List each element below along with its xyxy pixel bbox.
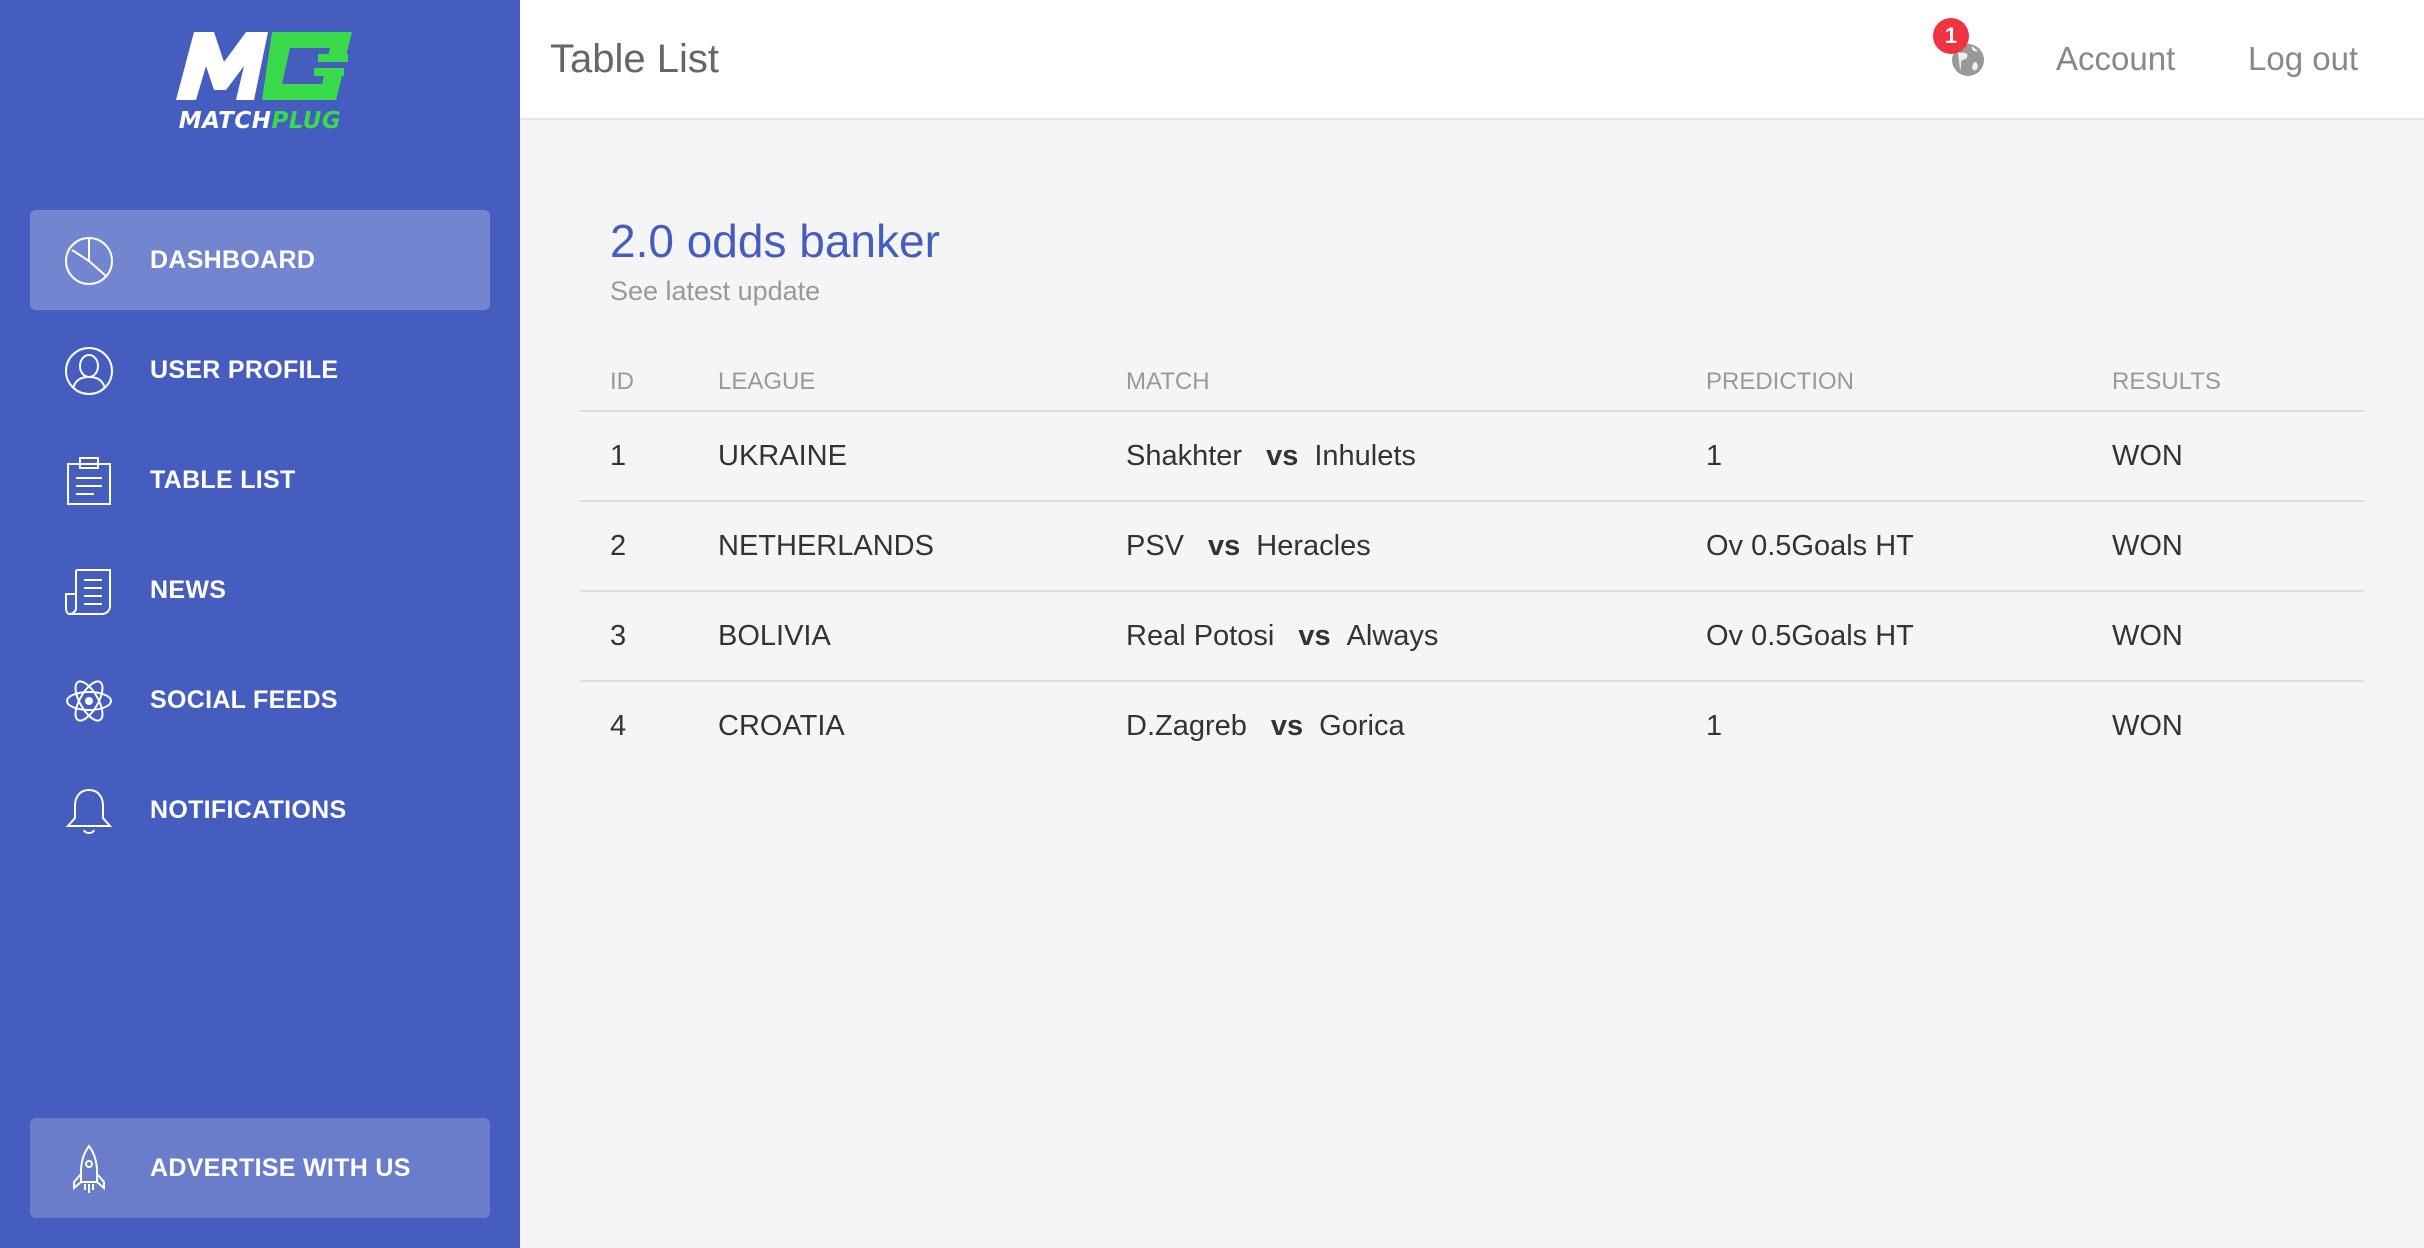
account-link[interactable]: Account <box>2056 0 2175 118</box>
cell-prediction: 1 <box>1706 440 1723 472</box>
notification-badge[interactable]: 1 <box>1933 18 1969 54</box>
column-header-league: LEAGUE <box>718 368 816 395</box>
logo-wordmark: MATCHPLUG <box>178 108 342 134</box>
card-subtitle: See latest update <box>610 276 821 306</box>
column-header-id: ID <box>610 368 634 395</box>
table-row: 1 UKRAINE Shakhter vs Inhulets 1 WON <box>580 412 2364 502</box>
top-header: Table List 1 Account Log out <box>520 0 2424 120</box>
sidebar-item-label: NEWS <box>150 576 227 604</box>
home-team: Real Potosi <box>1126 620 1275 652</box>
bell-icon <box>64 786 114 836</box>
cell-id: 4 <box>610 710 627 742</box>
rocket-icon <box>64 1144 114 1194</box>
away-team: Gorica <box>1319 710 1405 742</box>
cell-league: NETHERLANDS <box>718 530 934 562</box>
atom-icon <box>64 676 114 726</box>
advertise-label: ADVERTISE WITH US <box>150 1154 411 1182</box>
home-team: D.Zagreb <box>1126 710 1247 742</box>
logout-link[interactable]: Log out <box>2248 0 2358 118</box>
cell-prediction: Ov 0.5Goals HT <box>1706 530 1914 562</box>
cell-id: 3 <box>610 620 627 652</box>
vs-label: vs <box>1270 710 1304 742</box>
page-title: Table List <box>550 37 719 81</box>
matchplug-logo[interactable]: MATCHPLUG <box>168 28 352 134</box>
cell-league: UKRAINE <box>718 440 847 472</box>
column-header-match: MATCH <box>1126 368 1210 395</box>
table-row: 4 CROATIA D.Zagreb vs Gorica 1 WON <box>580 682 2364 772</box>
cell-result: WON <box>2112 530 2183 562</box>
sidebar-item-label: USER PROFILE <box>150 356 339 384</box>
vs-label: vs <box>1208 530 1241 562</box>
cell-league: BOLIVIA <box>718 620 831 652</box>
column-header-results: RESULTS <box>2112 368 2221 395</box>
sidebar-item-dashboard[interactable]: DASHBOARD <box>30 210 490 310</box>
pie-chart-icon <box>64 236 114 286</box>
away-team: Inhulets <box>1314 440 1416 472</box>
cell-id: 2 <box>610 530 627 562</box>
table-row: 3 BOLIVIA Real Potosi vs Always Ov 0.5Goal… <box>580 592 2364 682</box>
user-icon <box>64 346 114 396</box>
away-team: Heracles <box>1256 530 1371 562</box>
table-header: ID LEAGUE MATCH PREDICTION RESULTS <box>580 360 2364 412</box>
sidebar-item-news[interactable]: NEWS <box>30 540 490 640</box>
sidebar-item-user-profile[interactable]: USER PROFILE <box>30 320 490 420</box>
cell-match: PSV vs Heracles <box>1126 502 1371 590</box>
cell-match: Shakhter vs Inhulets <box>1126 412 1416 500</box>
sidebar-nav: DASHBOARD USER PROFILE TABLE LIST NEWS S… <box>30 210 490 870</box>
vs-label: vs <box>1298 620 1331 652</box>
cell-match: D.Zagreb vs Gorica <box>1126 682 1405 770</box>
predictions-table: ID LEAGUE MATCH PREDICTION RESULTS 1 UKR… <box>580 360 2364 772</box>
column-header-prediction: PREDICTION <box>1706 368 1855 395</box>
cell-result: WON <box>2112 620 2183 652</box>
table-row: 2 NETHERLANDS PSV vs Heracles Ov 0.5Goals … <box>580 502 2364 592</box>
sidebar-item-label: TABLE LIST <box>150 466 296 494</box>
sidebar-item-table-list[interactable]: TABLE LIST <box>30 430 490 530</box>
home-team: PSV <box>1126 530 1185 562</box>
away-team: Always <box>1346 620 1439 652</box>
sidebar-item-label: SOCIAL FEEDS <box>150 686 338 714</box>
sidebar: MATCHPLUG DASHBOARD USER PROFILE TABLE L… <box>0 0 520 1248</box>
home-team: Shakhter <box>1126 440 1243 472</box>
sidebar-item-social-feeds[interactable]: SOCIAL FEEDS <box>30 650 490 750</box>
cell-result: WON <box>2112 440 2183 472</box>
cell-prediction: 1 <box>1706 710 1723 742</box>
sidebar-item-label: DASHBOARD <box>150 246 316 274</box>
sidebar-item-label: NOTIFICATIONS <box>150 796 347 824</box>
cell-id: 1 <box>610 440 627 472</box>
clipboard-icon <box>64 456 114 506</box>
vs-label: vs <box>1266 440 1299 472</box>
cell-result: WON <box>2112 710 2183 742</box>
newspaper-icon <box>64 566 114 616</box>
sidebar-item-notifications[interactable]: NOTIFICATIONS <box>30 760 490 860</box>
logo-mark-icon <box>176 32 352 100</box>
cell-match: Real Potosi vs Always <box>1126 592 1438 680</box>
advertise-button[interactable]: ADVERTISE WITH US <box>30 1118 490 1218</box>
card-title: 2.0 odds banker <box>610 215 940 267</box>
cell-league: CROATIA <box>718 710 845 742</box>
cell-prediction: Ov 0.5Goals HT <box>1706 620 1914 652</box>
